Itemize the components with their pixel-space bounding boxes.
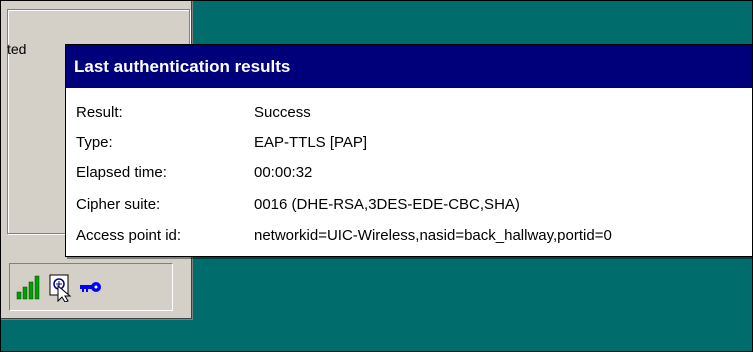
type-row: Type: EAP-TTLS [PAP] [76, 134, 367, 151]
elapsed-time-label: Elapsed time: [76, 164, 167, 181]
authentication-status-icon[interactable] [46, 272, 76, 303]
signal-strength-icon[interactable] [14, 272, 44, 302]
type-value: EAP-TTLS [PAP] [254, 134, 368, 151]
result-row: Result: Success [76, 104, 311, 121]
type-label: Type: [76, 134, 113, 151]
access-point-id-row: Access point id: networkid=UIC-Wireless,n… [76, 227, 612, 244]
elapsed-time-value: 00:00:32 [254, 164, 313, 181]
cipher-suite-row: Cipher suite: 0016 (DHE-RSA,3DES-EDE-CBC,… [76, 196, 520, 213]
status-text: ted [7, 41, 27, 57]
access-point-id-label: Access point id: [76, 227, 182, 244]
cipher-suite-value: 0016 (DHE-RSA,3DES-EDE-CBC,SHA) [254, 196, 520, 213]
result-label: Result: [76, 104, 123, 121]
result-value: Success [254, 104, 311, 121]
system-tray [9, 263, 173, 311]
cipher-suite-label: Cipher suite: [76, 196, 161, 213]
access-point-id-value: networkid=UIC-Wireless,nasid=back_hallwa… [254, 227, 612, 244]
authentication-results-tooltip: Last authentication results Result: Succe… [65, 44, 753, 257]
tooltip-title: Last authentication results [66, 45, 753, 88]
elapsed-time-row: Elapsed time: 00:00:32 [76, 164, 312, 181]
key-icon[interactable] [76, 272, 106, 302]
